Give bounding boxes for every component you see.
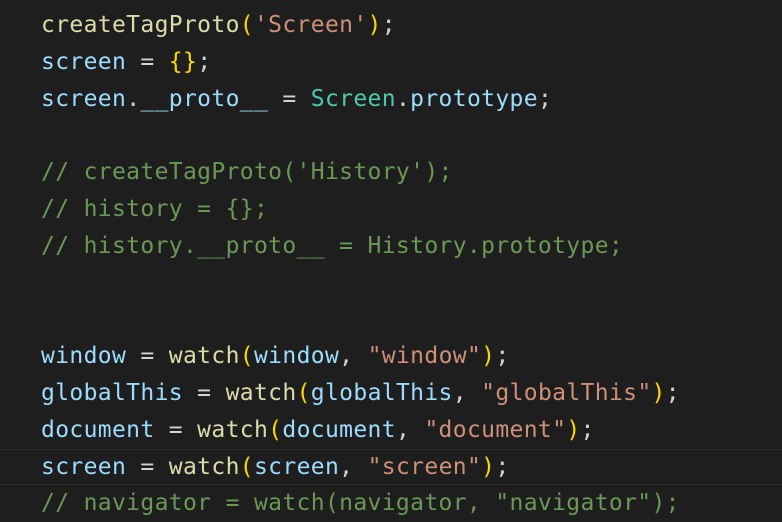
code-token-variable: window	[41, 343, 127, 370]
code-token-variable: document	[282, 416, 396, 443]
code-token-variable: globalThis	[310, 379, 453, 406]
code-token-function: watch	[197, 416, 269, 443]
code-token-function: watch	[225, 379, 297, 406]
code-token-punct: ,	[452, 379, 482, 406]
code-token-string: 'Screen'	[253, 12, 368, 38]
code-token-type: Screen	[310, 85, 396, 112]
code-token-punct: ;	[495, 453, 510, 480]
code-token-variable: screen	[253, 453, 340, 480]
code-token-punct: ;	[495, 343, 510, 370]
code-line[interactable]	[41, 117, 782, 154]
code-line-current[interactable]: screen = watch(screen, "screen");	[0, 448, 782, 486]
code-token-bracket1: )	[566, 416, 581, 443]
code-token-punct: .	[395, 85, 411, 112]
code-line[interactable]	[41, 301, 782, 338]
code-line[interactable]	[41, 265, 782, 302]
code-token-bracket1: (	[268, 416, 283, 443]
code-token-bracket1: {}	[168, 48, 198, 75]
code-token-punct: ,	[395, 416, 425, 443]
code-token-variable: screen	[41, 48, 127, 75]
code-token-punct: ;	[580, 416, 595, 443]
code-token-property: prototype	[410, 85, 538, 112]
code-token-operator: =	[126, 48, 169, 75]
code-token-punct: ;	[537, 85, 553, 112]
code-line[interactable]: screen = {};	[41, 44, 782, 81]
code-token-string: "document"	[424, 416, 567, 443]
code-token-function: createTagProto	[41, 12, 240, 38]
code-token-punct: .	[126, 85, 141, 112]
code-token-bracket1: (	[239, 343, 254, 370]
code-token-variable: screen	[41, 85, 127, 112]
code-token-function: watch	[168, 343, 240, 370]
code-token-bracket1: )	[651, 379, 666, 406]
code-token-string: "window"	[367, 343, 482, 370]
code-line[interactable]: globalThis = watch(globalThis, "globalTh…	[41, 375, 782, 412]
code-token-punct: ,	[339, 453, 368, 480]
code-token-operator: =	[182, 379, 226, 406]
code-line[interactable]: createTagProto('Screen');	[41, 7, 782, 44]
code-token-bracket1: )	[481, 343, 496, 370]
code-token-variable: globalThis	[41, 379, 183, 406]
code-token-string: "globalThis"	[481, 379, 652, 406]
code-token-comment: // createTagProto('History');	[41, 159, 453, 186]
code-line[interactable]: window = watch(window, "window");	[41, 338, 782, 375]
code-token-bracket1: (	[239, 453, 254, 480]
code-token-comment: // history.__proto__ = History.prototype…	[41, 232, 624, 259]
code-token-punct: ;	[665, 379, 680, 406]
code-token-function: watch	[168, 453, 240, 480]
code-token-variable: window	[253, 343, 340, 370]
code-token-comment: // history = {};	[41, 195, 269, 222]
code-token-bracket1: )	[367, 12, 382, 38]
code-token-punct: ,	[339, 343, 368, 370]
code-token-comment: // navigator = watch(navigator, "navigat…	[41, 490, 680, 517]
code-line[interactable]: // history.__proto__ = History.prototype…	[41, 228, 782, 265]
code-token-operator: =	[154, 416, 198, 443]
code-token-punct: ;	[197, 48, 212, 75]
code-editor[interactable]: createTagProto('Screen'); screen = {}; scr…	[0, 0, 782, 517]
code-token-operator: =	[268, 85, 311, 112]
code-line[interactable]: screen.__proto__ = Screen.prototype;	[41, 81, 782, 118]
code-line[interactable]: // createTagProto('History');	[41, 154, 782, 191]
code-token-variable: document	[41, 416, 155, 443]
code-line[interactable]: document = watch(document, "document");	[41, 412, 782, 449]
code-token-punct: ;	[381, 12, 396, 38]
code-lines[interactable]: createTagProto('Screen'); screen = {}; scr…	[0, 7, 782, 522]
code-token-property: __proto__	[140, 85, 269, 112]
code-token-bracket1: )	[481, 453, 496, 480]
code-line[interactable]: // history = {};	[41, 191, 782, 228]
code-token-variable: screen	[41, 453, 127, 480]
code-token-string: "screen"	[367, 453, 482, 480]
code-token-operator: =	[126, 343, 169, 370]
code-token-operator: =	[126, 453, 169, 480]
code-token-bracket1: (	[296, 379, 311, 406]
code-token-bracket1: (	[239, 12, 254, 38]
